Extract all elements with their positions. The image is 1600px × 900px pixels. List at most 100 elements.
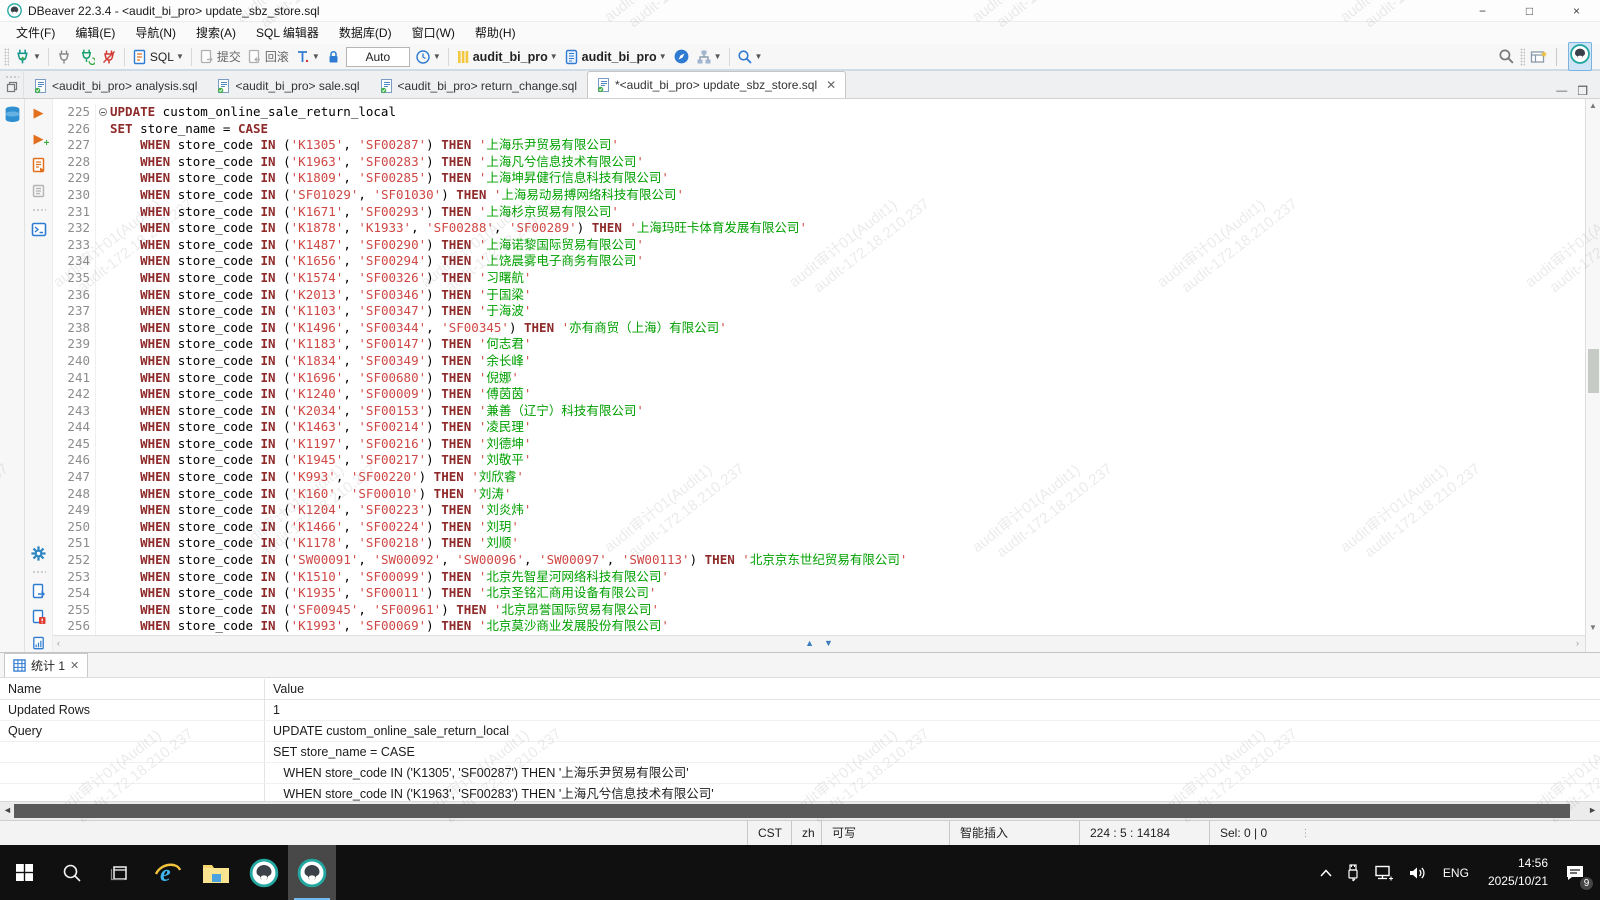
schema-selector[interactable]: audit_bi_pro ▼ bbox=[561, 46, 670, 68]
compass-icon bbox=[673, 48, 690, 65]
connection-icon bbox=[456, 49, 470, 65]
network-tray-button[interactable] bbox=[1369, 853, 1399, 893]
scroll-right-icon[interactable]: ► bbox=[1588, 805, 1597, 815]
file-explorer-button[interactable] bbox=[192, 845, 240, 900]
transaction-mode-button[interactable]: ▼ bbox=[292, 46, 323, 68]
scroll-right-icon[interactable]: › bbox=[1576, 638, 1579, 648]
connect-button[interactable] bbox=[53, 46, 75, 68]
menu-item-5[interactable]: 数据库(D) bbox=[329, 22, 402, 44]
internet-explorer-button[interactable]: e bbox=[144, 845, 192, 900]
transaction-log-button[interactable]: ▼ bbox=[412, 46, 444, 68]
user-profile-button[interactable] bbox=[1568, 42, 1592, 71]
lock-button[interactable] bbox=[323, 46, 344, 68]
network-profile-button[interactable]: ▼ bbox=[693, 46, 725, 68]
editor-vertical-scrollbar[interactable]: ▲ ▼ bbox=[1585, 99, 1600, 652]
table-row[interactable]: SET store_name = CASE bbox=[0, 742, 1600, 763]
menu-item-7[interactable]: 帮助(H) bbox=[465, 22, 526, 44]
editor-tab-0[interactable]: <audit_bi_pro> analysis.sql bbox=[24, 73, 207, 98]
chevron-up-icon bbox=[1320, 869, 1332, 877]
collapse-down-icon[interactable]: ▼ bbox=[824, 637, 833, 649]
close-tab-icon[interactable]: ✕ bbox=[70, 659, 79, 672]
sql-search-button[interactable]: ▼ bbox=[734, 46, 766, 68]
taskbar-clock[interactable]: 14:56 2025/10/21 bbox=[1480, 855, 1556, 890]
execute-new-tab-button[interactable]: ▶+ bbox=[30, 130, 48, 148]
connection-selector[interactable]: audit_bi_pro ▼ bbox=[453, 46, 561, 68]
code-text: WHEN store_code IN ('SF01029', 'SF01030'… bbox=[110, 187, 684, 204]
minimize-editor-icon[interactable]: — bbox=[1556, 85, 1567, 97]
start-button[interactable] bbox=[0, 845, 48, 900]
output-log-button[interactable] bbox=[30, 634, 48, 652]
explain-plan-button[interactable] bbox=[30, 182, 48, 200]
minimize-button[interactable]: − bbox=[1459, 0, 1506, 22]
taskbar-search-button[interactable] bbox=[48, 845, 96, 900]
panel-collapse-control[interactable]: ▲ ▼ bbox=[805, 637, 833, 649]
menu-item-2[interactable]: 导航(N) bbox=[125, 22, 186, 44]
settings-gear-button[interactable] bbox=[30, 544, 48, 562]
results-horizontal-scrollbar[interactable]: ◄ ► bbox=[0, 801, 1600, 820]
menu-item-0[interactable]: 文件(F) bbox=[6, 22, 65, 44]
disconnect-button[interactable] bbox=[98, 46, 120, 68]
sql-console-button[interactable] bbox=[30, 220, 48, 238]
sql-editor-button[interactable]: SQL ▼ bbox=[129, 46, 187, 68]
navigator-sync-button[interactable] bbox=[670, 46, 693, 68]
fold-column bbox=[95, 502, 110, 519]
menu-item-1[interactable]: 编辑(E) bbox=[65, 22, 125, 44]
scroll-left-icon[interactable]: ‹ bbox=[57, 638, 60, 648]
column-header-value[interactable]: Value bbox=[265, 679, 1600, 699]
dbeaver-active-taskbar-button[interactable] bbox=[288, 845, 336, 900]
column-header-name[interactable]: Name bbox=[0, 679, 265, 699]
menu-item-4[interactable]: SQL 编辑器 bbox=[246, 22, 329, 44]
task-view-button[interactable] bbox=[96, 845, 144, 900]
scroll-left-icon[interactable]: ◄ bbox=[3, 805, 12, 815]
maximize-button[interactable]: □ bbox=[1506, 0, 1553, 22]
status-overflow-icon[interactable]: ⋮ bbox=[1297, 828, 1315, 839]
tray-expand-button[interactable] bbox=[1315, 853, 1337, 893]
scrollbar-thumb[interactable] bbox=[1588, 349, 1599, 393]
editor-horizontal-scrollbar[interactable]: ‹ › ▲ ▼ bbox=[53, 635, 1585, 652]
database-navigator-icon[interactable] bbox=[3, 105, 22, 124]
menu-item-6[interactable]: 窗口(W) bbox=[402, 22, 465, 44]
editor-tab-2[interactable]: <audit_bi_pro> return_change.sql bbox=[370, 73, 587, 98]
commit-button[interactable]: 提交 bbox=[196, 46, 244, 68]
line-number: 237 bbox=[53, 303, 95, 320]
menu-item-3[interactable]: 搜索(A) bbox=[186, 22, 246, 44]
restore-panel-icon[interactable] bbox=[6, 81, 18, 93]
close-button[interactable]: × bbox=[1553, 0, 1600, 22]
rollback-button[interactable]: 回滚 bbox=[244, 46, 292, 68]
usb-tray-button[interactable] bbox=[1341, 853, 1365, 893]
fold-column bbox=[95, 170, 110, 187]
open-perspective-button[interactable] bbox=[1527, 46, 1551, 68]
table-row[interactable]: WHEN store_code IN ('K1305', 'SF00287') … bbox=[0, 763, 1600, 784]
execute-script-button[interactable] bbox=[30, 156, 48, 174]
chevron-down-icon: ▼ bbox=[659, 52, 667, 61]
error-log-button[interactable] bbox=[30, 608, 48, 626]
maximize-editor-icon[interactable]: ❒ bbox=[1577, 84, 1588, 98]
schema-name: audit_bi_pro bbox=[582, 50, 657, 64]
table-row[interactable]: Updated Rows1 bbox=[0, 700, 1600, 721]
new-connection-button[interactable]: ▼ bbox=[11, 46, 44, 68]
input-language-indicator[interactable]: ENG bbox=[1436, 866, 1476, 880]
fold-column bbox=[95, 403, 110, 420]
table-row[interactable]: WHEN store_code IN ('K1963', 'SF00283') … bbox=[0, 784, 1600, 801]
editor-tab-1[interactable]: <audit_bi_pro> sale.sql bbox=[207, 73, 369, 98]
code-line: 240 WHEN store_code IN ('K1834', 'SF0034… bbox=[53, 353, 1585, 370]
volume-tray-button[interactable] bbox=[1403, 853, 1432, 893]
export-result-button[interactable] bbox=[30, 582, 48, 600]
sql-editor[interactable]: 225UPDATE custom_online_sale_return_loca… bbox=[53, 99, 1585, 652]
collapse-up-icon[interactable]: ▲ bbox=[805, 637, 814, 649]
code-line: 250 WHEN store_code IN ('K1466', 'SF0022… bbox=[53, 519, 1585, 536]
scroll-down-icon[interactable]: ▼ bbox=[1586, 623, 1600, 632]
scrollbar-thumb[interactable] bbox=[14, 804, 1570, 818]
reconnect-button[interactable] bbox=[75, 46, 98, 68]
action-center-button[interactable]: 9 bbox=[1560, 853, 1590, 893]
close-tab-icon[interactable]: ✕ bbox=[826, 78, 836, 92]
commit-mode-select[interactable]: Auto bbox=[346, 47, 410, 67]
fold-collapse-icon[interactable] bbox=[99, 108, 107, 116]
dbeaver-taskbar-button[interactable] bbox=[240, 845, 288, 900]
scroll-up-icon[interactable]: ▲ bbox=[1586, 101, 1600, 110]
editor-tab-3[interactable]: *<audit_bi_pro> update_sbz_store.sql✕ bbox=[587, 71, 846, 98]
execute-statement-button[interactable]: ▶ bbox=[30, 104, 48, 122]
table-row[interactable]: QueryUPDATE custom_online_sale_return_lo… bbox=[0, 721, 1600, 742]
statistics-tab[interactable]: 统计 1 ✕ bbox=[4, 653, 88, 677]
global-search-button[interactable] bbox=[1495, 46, 1518, 68]
